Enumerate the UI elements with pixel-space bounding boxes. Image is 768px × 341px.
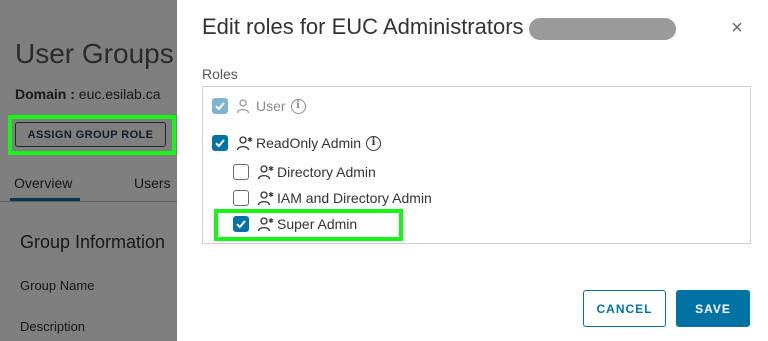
admin-user-icon	[257, 190, 275, 206]
dialog-title: Edit roles for EUC Administrators	[202, 14, 524, 39]
admin-user-icon	[257, 216, 275, 232]
info-icon[interactable]: i	[366, 135, 382, 151]
admin-user-icon	[236, 135, 254, 151]
role-label-readonly-admin: ReadOnly Admin	[256, 135, 362, 151]
role-label-iam-directory-admin: IAM and Directory Admin	[277, 190, 432, 206]
role-checkbox-readonly-admin[interactable]	[212, 135, 228, 151]
checkmark-icon	[215, 139, 225, 148]
role-item-super-admin[interactable]: Super Admin	[233, 213, 357, 235]
info-icon[interactable]: i	[290, 98, 306, 114]
role-item-iam-directory-admin[interactable]: IAM and Directory Admin	[233, 187, 432, 209]
redaction-bar	[529, 18, 676, 40]
edit-roles-dialog: Edit roles for EUC Administrators × Role…	[177, 0, 768, 341]
checkmark-icon	[236, 220, 246, 229]
cancel-button[interactable]: CANCEL	[583, 290, 666, 327]
role-label-user: User	[256, 98, 286, 114]
admin-user-icon	[257, 164, 275, 180]
role-checkbox-super-admin[interactable]	[233, 216, 249, 232]
checkmark-icon	[215, 102, 225, 111]
roles-list: User i ReadOnly Admin i Directory Admin	[202, 86, 751, 244]
role-checkbox-iam-directory-admin[interactable]	[233, 190, 249, 206]
role-item-directory-admin[interactable]: Directory Admin	[233, 161, 376, 183]
save-button[interactable]: SAVE	[676, 290, 750, 327]
role-label-super-admin: Super Admin	[277, 216, 358, 232]
role-checkbox-user[interactable]	[212, 98, 228, 114]
roles-heading: Roles	[202, 66, 238, 82]
role-label-directory-admin: Directory Admin	[277, 164, 376, 180]
role-checkbox-directory-admin[interactable]	[233, 164, 249, 180]
role-item-user[interactable]: User i	[212, 95, 306, 117]
close-icon[interactable]: ×	[727, 18, 747, 38]
user-icon	[236, 98, 254, 114]
role-item-readonly-admin[interactable]: ReadOnly Admin i	[212, 132, 382, 154]
